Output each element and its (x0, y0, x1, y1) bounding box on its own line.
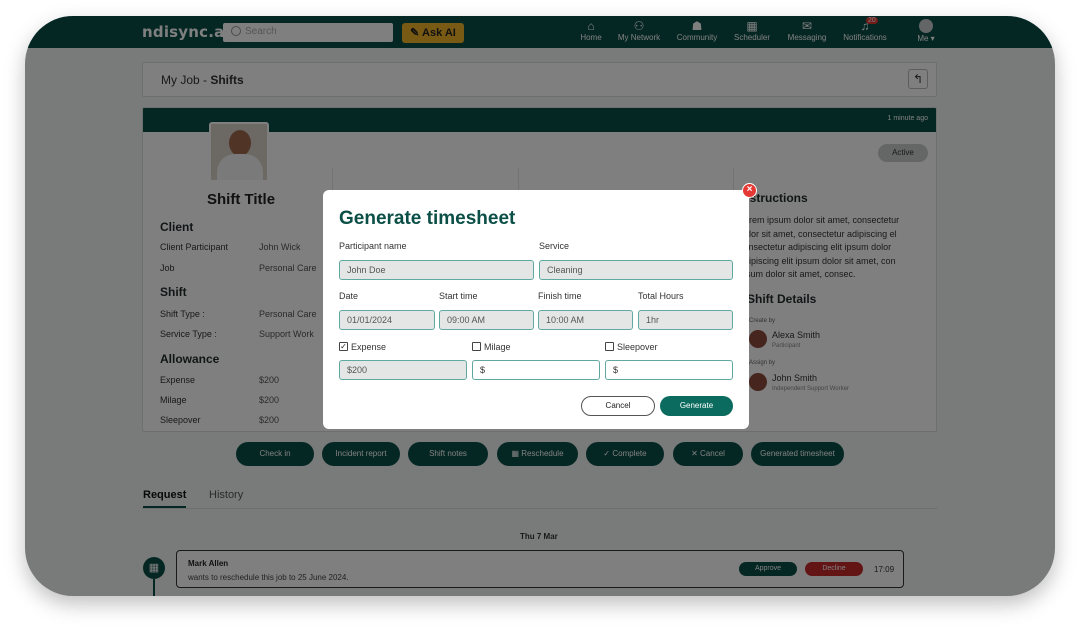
sleepover-field[interactable]: $ (605, 360, 733, 380)
date-field[interactable]: 01/01/2024 (339, 310, 435, 330)
app-window: ndisync.ai Search ✎ Ask AI ⌂ Home ⚇ My N… (25, 16, 1055, 596)
milage-field[interactable]: $ (472, 360, 600, 380)
expense-label: Expense (351, 342, 387, 352)
milage-label: Milage (484, 342, 511, 352)
cancel-button[interactable]: Cancel (581, 396, 655, 416)
modal-title: Generate timesheet (339, 208, 516, 229)
total-hours-label: Total Hours (638, 291, 684, 301)
service-field[interactable]: Cleaning (539, 260, 733, 280)
close-icon[interactable]: × (742, 183, 757, 198)
service-label: Service (539, 241, 570, 251)
participant-label: Participant name (339, 241, 407, 251)
sleepover-checkbox[interactable] (605, 342, 614, 351)
expense-field[interactable]: $200 (339, 360, 467, 380)
finish-time-label: Finish time (538, 291, 582, 301)
participant-field[interactable]: John Doe (339, 260, 534, 280)
generate-timesheet-modal: Generate timesheet Participant name John… (323, 190, 749, 429)
start-time-label: Start time (439, 291, 478, 301)
milage-checkbox[interactable] (472, 342, 481, 351)
date-label: Date (339, 291, 359, 301)
finish-time-field[interactable]: 10:00 AM (538, 310, 633, 330)
expense-checkbox[interactable]: ✓ (339, 342, 348, 351)
generate-button[interactable]: Generate (660, 396, 733, 416)
start-time-field[interactable]: 09:00 AM (439, 310, 534, 330)
sleepover-label: Sleepover (617, 342, 658, 352)
total-hours-field[interactable]: 1hr (638, 310, 733, 330)
